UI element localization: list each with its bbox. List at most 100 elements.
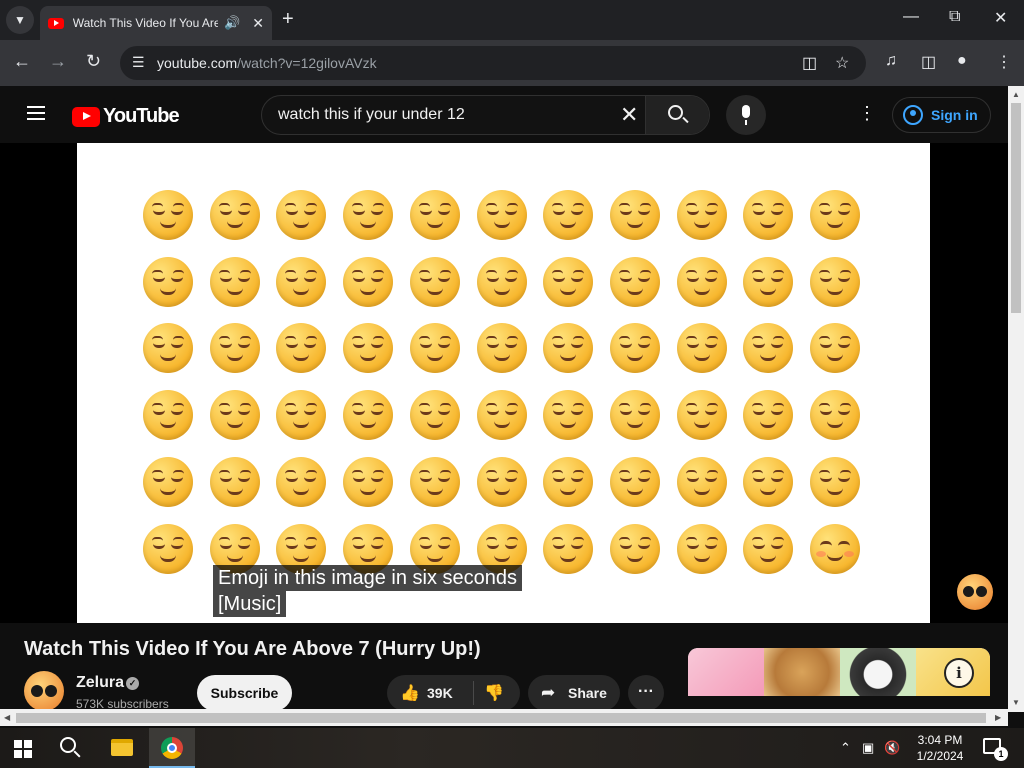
back-arrow-left-icon[interactable]: ← — [13, 51, 31, 72]
vertical-scroll-thumb[interactable] — [1011, 103, 1021, 313]
like-divider — [473, 681, 474, 705]
tab-search-chevron-down-icon[interactable]: ▼ — [6, 6, 34, 34]
reload-icon[interactable]: ↻ — [86, 51, 101, 72]
browser-tab[interactable]: Watch This Video If You Are Above 7 (Hur… — [40, 6, 272, 40]
sign-in-button[interactable]: Sign in — [892, 97, 991, 133]
file-explorer-icon[interactable] — [111, 739, 133, 756]
youtube-favicon-icon — [48, 17, 64, 29]
emoji-relieved-face — [610, 457, 660, 507]
taskbar-search-icon[interactable] — [60, 737, 76, 753]
search-box[interactable]: watch this if your under 12 ✕ — [261, 95, 710, 135]
emoji-relieved-face — [410, 390, 460, 440]
emoji-relieved-face — [410, 323, 460, 373]
scroll-up-icon[interactable]: ▲ — [1012, 90, 1020, 99]
hamburger-menu-icon[interactable] — [27, 106, 45, 120]
windows-start-icon[interactable] — [14, 740, 32, 758]
emoji-relieved-face — [276, 323, 326, 373]
tab-close-icon[interactable]: ✕ — [252, 15, 264, 32]
scroll-down-icon[interactable]: ▼ — [1012, 698, 1020, 707]
emoji-relieved-face — [210, 257, 260, 307]
emoji-relieved-face — [743, 190, 793, 240]
emoji-relieved-face — [810, 257, 860, 307]
watch-page: Emoji in this image in six seconds [Musi… — [0, 143, 1008, 709]
emoji-relieved-face — [543, 524, 593, 574]
horizontal-scroll-thumb[interactable] — [16, 713, 986, 723]
channel-name[interactable]: Zelura — [76, 674, 124, 692]
youtube-play-icon — [72, 106, 100, 127]
more-actions-icon[interactable]: ··· — [628, 675, 664, 709]
profile-icon[interactable]: ● — [957, 52, 967, 70]
settings-more-icon[interactable]: ⋮ — [858, 103, 876, 124]
chrome-menu-icon[interactable]: ⋮ — [996, 52, 1012, 72]
install-app-icon[interactable]: ◫ — [802, 53, 817, 73]
emoji-relieved-face — [610, 323, 660, 373]
speaker-icon[interactable]: 🔊 — [224, 15, 240, 31]
emoji-relieved-face — [810, 323, 860, 373]
emoji-relieved-face — [143, 390, 193, 440]
like-count[interactable]: 39K — [427, 685, 453, 701]
browser-toolbar: ← → ↻ ☰ youtube.com/watch?v=12gilovAVzk … — [0, 40, 1024, 86]
emoji-relieved-face — [743, 390, 793, 440]
emoji-relieved-face — [677, 457, 727, 507]
emoji-relieved-face — [543, 190, 593, 240]
thumbs-up-icon[interactable]: 👍 — [400, 683, 420, 703]
emoji-relieved-face — [210, 190, 260, 240]
emoji-relieved-face — [610, 190, 660, 240]
emoji-relieved-face — [276, 257, 326, 307]
site-info-tune-icon[interactable]: ☰ — [132, 54, 145, 71]
clock-time: 3:04 PM — [917, 733, 963, 747]
window-close-icon[interactable]: ✕ — [994, 8, 1007, 28]
emoji-relieved-face — [143, 190, 193, 240]
video-player[interactable]: Emoji in this image in six seconds [Musi… — [0, 143, 1008, 623]
share-button[interactable]: ➦ Share — [528, 675, 620, 709]
emoji-relieved-face — [210, 457, 260, 507]
channel-avatar[interactable] — [24, 671, 64, 709]
ad-info-icon[interactable]: i — [944, 658, 974, 688]
emoji-relieved-face — [276, 190, 326, 240]
channel-watermark[interactable] — [957, 574, 993, 610]
share-arrow-icon: ➦ — [541, 683, 556, 702]
minimize-icon[interactable]: — — [903, 8, 919, 26]
bookmark-star-icon[interactable]: ☆ — [835, 53, 849, 73]
emoji-relieved-face — [343, 390, 393, 440]
media-controls-icon[interactable]: ♫ — [885, 52, 897, 70]
emoji-relieved-face — [610, 390, 660, 440]
caption-line: [Music] — [213, 591, 287, 617]
subscribe-button[interactable]: Subscribe — [197, 675, 292, 709]
address-bar[interactable]: ☰ youtube.com/watch?v=12gilovAVzk ◫ ☆ — [120, 46, 866, 80]
horizontal-scrollbar[interactable]: ◀ ▶ — [0, 709, 1008, 726]
subscriber-count: 573K subscribers — [76, 697, 169, 709]
volume-muted-icon[interactable]: 🔇 — [884, 740, 900, 756]
search-input[interactable]: watch this if your under 12 — [278, 106, 465, 124]
scroll-left-icon[interactable]: ◀ — [4, 713, 10, 722]
restore-icon[interactable]: ⧉ — [949, 8, 960, 26]
voice-search-microphone-icon[interactable] — [726, 95, 766, 135]
scroll-right-icon[interactable]: ▶ — [995, 713, 1001, 722]
thumbs-down-icon[interactable]: 👎 — [484, 683, 504, 703]
new-tab-plus-icon[interactable]: + — [282, 8, 294, 31]
network-icon[interactable]: ▣ — [862, 740, 874, 756]
youtube-logo[interactable]: YouTube — [72, 105, 180, 128]
chrome-taskbar-button[interactable] — [149, 728, 195, 768]
like-dislike-group: 👍 39K 👎 — [387, 675, 520, 709]
vertical-scrollbar[interactable]: ▲ ▼ — [1008, 86, 1024, 712]
video-frame[interactable] — [77, 143, 930, 623]
emoji-relieved-face — [210, 323, 260, 373]
youtube-header: YouTube watch this if your under 12 ✕ ⋮ … — [0, 86, 1008, 143]
emoji-relieved-face — [477, 390, 527, 440]
caption-line: Emoji in this image in six seconds — [213, 565, 523, 591]
youtube-wordmark: YouTube — [103, 105, 180, 127]
emoji-relieved-face — [143, 257, 193, 307]
tray-chevron-up-icon[interactable]: ⌃ — [840, 740, 851, 756]
taskbar-clock[interactable]: 3:04 PM 1/2/2024 — [912, 732, 968, 764]
sign-in-label: Sign in — [931, 107, 978, 123]
forward-arrow-right-icon[interactable]: → — [49, 51, 67, 72]
emoji-relieved-face — [810, 390, 860, 440]
clear-search-icon[interactable]: ✕ — [620, 102, 638, 128]
search-button[interactable] — [645, 96, 709, 134]
side-panel-icon[interactable]: ◫ — [921, 52, 936, 72]
ad-image-cookies-cream — [840, 648, 916, 696]
emoji-relieved-face — [543, 457, 593, 507]
url-text[interactable]: youtube.com/watch?v=12gilovAVzk — [157, 55, 377, 71]
emoji-smiling-face-with-blush — [810, 524, 860, 574]
